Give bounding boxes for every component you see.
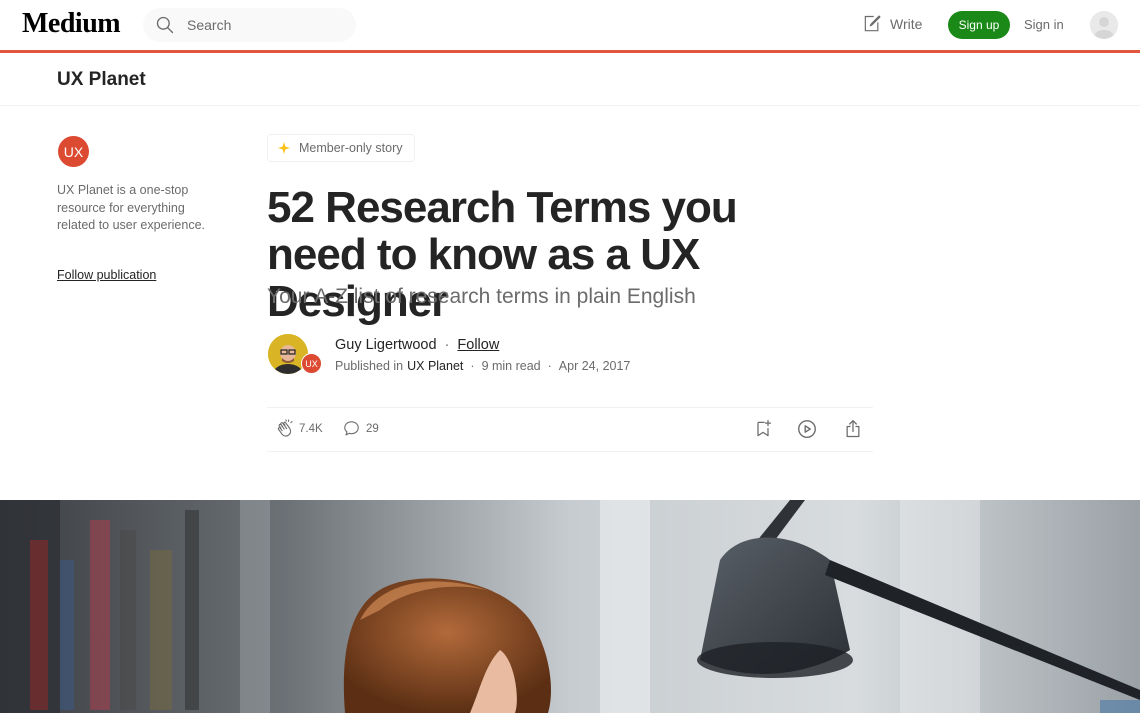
user-icon	[1090, 11, 1118, 39]
follow-publication-link[interactable]: Follow publication	[57, 268, 156, 282]
publication-header: UX Planet	[0, 53, 1140, 106]
clap-button[interactable]: 7.4K	[275, 419, 323, 439]
publication-link[interactable]: UX Planet	[407, 359, 463, 373]
hero-photo	[0, 500, 1140, 713]
response-count: 29	[366, 422, 379, 435]
user-avatar[interactable]	[1090, 11, 1118, 39]
article-action-bar: 7.4K 29	[267, 407, 873, 452]
separator-dot: ·	[444, 337, 450, 353]
responses-button[interactable]: 29	[342, 419, 379, 438]
star-icon	[277, 141, 291, 155]
clap-icon	[277, 419, 293, 437]
write-button[interactable]: Write	[862, 14, 922, 34]
publication-name[interactable]: UX Planet	[57, 69, 146, 91]
search-input[interactable]	[185, 16, 349, 34]
top-navbar: Medium Write Sign up Sign in	[0, 0, 1140, 50]
article-subtitle: Your A-Z list of research terms in plain…	[267, 285, 696, 308]
published-in-label: Published in	[335, 359, 404, 373]
read-time: 9 min read	[481, 359, 541, 373]
member-only-badge: Member-only story	[267, 134, 415, 162]
article-meta: Published in UX Planet · 9 min read · Ap…	[335, 359, 630, 373]
share-icon[interactable]	[843, 418, 863, 440]
separator-dot: ·	[470, 359, 475, 373]
publish-date: Apr 24, 2017	[558, 359, 631, 373]
play-icon[interactable]	[796, 418, 818, 440]
bookmark-icon[interactable]	[753, 418, 773, 440]
author-line: Guy Ligertwood · Follow	[335, 337, 499, 353]
comment-icon	[344, 421, 359, 436]
article-hero-image	[0, 500, 1140, 713]
search-icon	[156, 16, 174, 34]
publication-description: UX Planet is a one-stop resource for eve…	[57, 183, 206, 232]
member-only-label: Member-only story	[299, 141, 403, 155]
publication-logo[interactable]: UX	[58, 136, 89, 167]
separator-dot: ·	[547, 359, 552, 373]
write-label: Write	[890, 16, 923, 32]
medium-logo[interactable]: Medium	[22, 8, 121, 40]
follow-author-link[interactable]: Follow	[457, 337, 499, 353]
write-icon	[864, 15, 881, 32]
clap-count: 7.4K	[299, 423, 323, 435]
search-box[interactable]	[143, 8, 356, 42]
author-name[interactable]: Guy Ligertwood	[335, 337, 437, 353]
sign-up-button[interactable]: Sign up	[948, 11, 1010, 39]
sign-in-link[interactable]: Sign in	[1024, 17, 1064, 32]
publication-mini-logo[interactable]: UX	[301, 353, 322, 374]
